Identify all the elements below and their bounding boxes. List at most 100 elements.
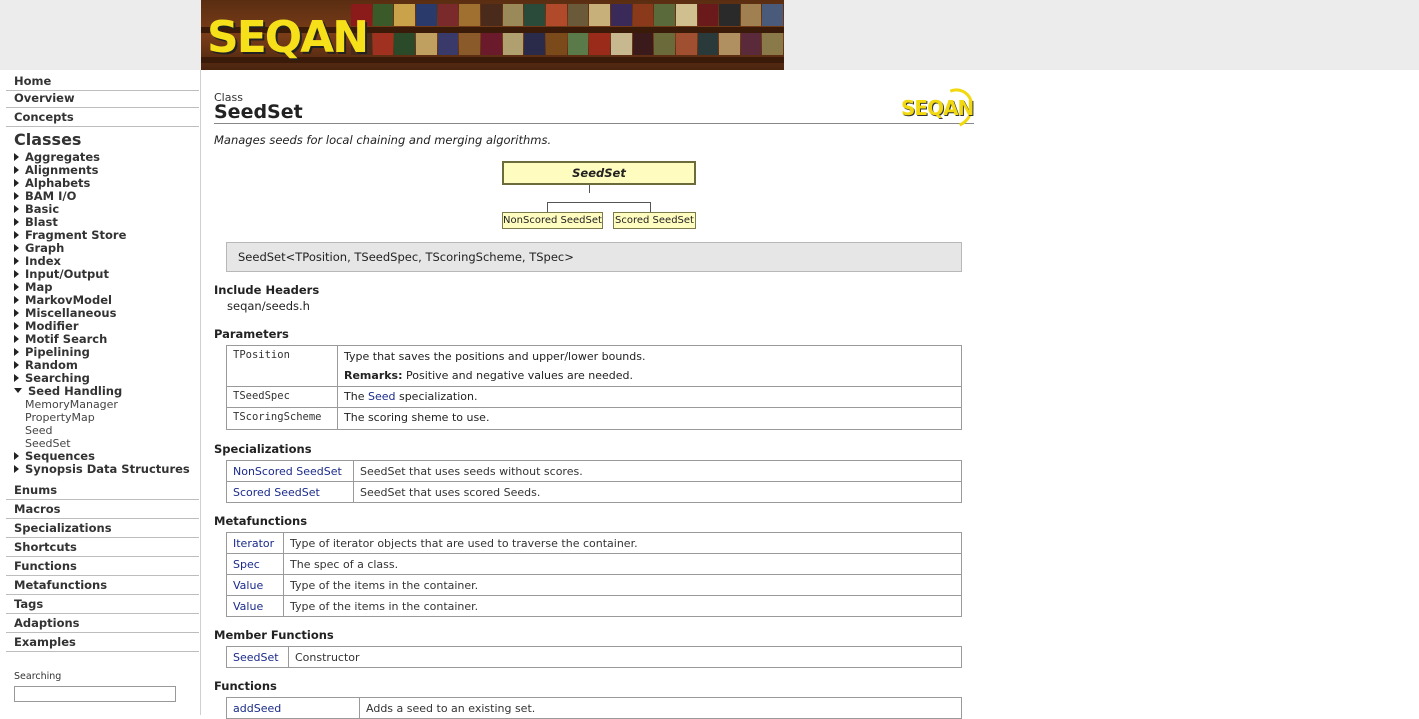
functions-heading: Functions bbox=[214, 679, 277, 693]
expand-triangle-icon[interactable] bbox=[14, 465, 19, 473]
title-divider bbox=[214, 123, 974, 124]
nav-sub-propertymap[interactable]: PropertyMap bbox=[25, 411, 95, 424]
nav-sub-seed[interactable]: Seed bbox=[25, 424, 53, 437]
search-input[interactable] bbox=[14, 686, 176, 702]
bookshelf-row bbox=[351, 4, 784, 26]
expand-triangle-icon[interactable] bbox=[14, 205, 19, 213]
expand-triangle-icon[interactable] bbox=[14, 335, 19, 343]
parameters-heading: Parameters bbox=[214, 327, 289, 341]
nav-tags[interactable]: Tags bbox=[6, 596, 199, 614]
table-row: TSeedSpec The Seed specialization. bbox=[226, 386, 962, 408]
param-name: TScoringScheme bbox=[226, 407, 338, 430]
seed-link[interactable]: Seed bbox=[368, 390, 396, 403]
nav-adaptions[interactable]: Adaptions bbox=[6, 615, 199, 633]
expand-triangle-icon[interactable] bbox=[14, 270, 19, 278]
metafunctions-table: Iterator Type of iterator objects that a… bbox=[226, 532, 962, 617]
bookshelf-row bbox=[351, 33, 784, 55]
metafunction-desc: Type of the items in the container. bbox=[283, 574, 962, 596]
nav-overview[interactable]: Overview bbox=[6, 90, 199, 108]
specializations-heading: Specializations bbox=[214, 442, 312, 456]
diagram-root-node[interactable]: SeedSet bbox=[502, 161, 696, 185]
member-functions-heading: Member Functions bbox=[214, 628, 334, 642]
nav-concepts[interactable]: Concepts bbox=[6, 109, 199, 127]
expand-triangle-icon[interactable] bbox=[14, 166, 19, 174]
member-functions-table: SeedSet Constructor bbox=[226, 646, 962, 668]
specialization-desc: SeedSet that uses seeds without scores. bbox=[353, 460, 962, 482]
diagram-child-node[interactable]: NonScored SeedSet bbox=[502, 212, 603, 229]
nav-functions[interactable]: Functions bbox=[6, 558, 199, 576]
table-row: SeedSet Constructor bbox=[226, 646, 962, 668]
diagram-connector bbox=[650, 202, 651, 212]
nav-class-seed-handling[interactable]: Seed Handling bbox=[14, 385, 122, 398]
expand-triangle-icon[interactable] bbox=[14, 257, 19, 265]
metafunction-link[interactable]: Value bbox=[226, 595, 284, 617]
header-banner: SEQAN bbox=[201, 0, 784, 70]
nav-class-synopsis[interactable]: Synopsis Data Structures bbox=[14, 463, 190, 476]
expand-triangle-icon[interactable] bbox=[14, 192, 19, 200]
member-function-desc: Constructor bbox=[288, 646, 962, 668]
expand-triangle-icon[interactable] bbox=[14, 361, 19, 369]
nav-enums[interactable]: Enums bbox=[6, 482, 199, 500]
table-row: Value Type of the items in the container… bbox=[226, 574, 962, 596]
param-name: TSeedSpec bbox=[226, 386, 338, 408]
class-description: Manages seeds for local chaining and mer… bbox=[214, 133, 552, 147]
specialization-link[interactable]: Scored SeedSet bbox=[226, 481, 354, 503]
collapse-triangle-icon[interactable] bbox=[14, 388, 22, 393]
table-row: NonScored SeedSet SeedSet that uses seed… bbox=[226, 460, 962, 482]
page-title: SeedSet bbox=[214, 101, 303, 123]
table-row: Scored SeedSet SeedSet that uses scored … bbox=[226, 481, 962, 503]
expand-triangle-icon[interactable] bbox=[14, 452, 19, 460]
expand-triangle-icon[interactable] bbox=[14, 309, 19, 317]
expand-triangle-icon[interactable] bbox=[14, 218, 19, 226]
nav-home[interactable]: Home bbox=[6, 73, 199, 91]
metafunction-link[interactable]: Iterator bbox=[226, 532, 284, 554]
function-link[interactable]: addSeed bbox=[226, 697, 360, 719]
metafunction-link[interactable]: Value bbox=[226, 574, 284, 596]
diagram-child-node[interactable]: Scored SeedSet bbox=[613, 212, 696, 229]
include-header-value: seqan/seeds.h bbox=[227, 299, 310, 313]
table-row: Spec The spec of a class. bbox=[226, 553, 962, 575]
classes-heading: Classes bbox=[14, 130, 82, 149]
class-signature: SeedSet<TPosition, TSeedSpec, TScoringSc… bbox=[226, 242, 962, 272]
nav-examples[interactable]: Examples bbox=[6, 634, 199, 652]
expand-triangle-icon[interactable] bbox=[14, 179, 19, 187]
expand-triangle-icon[interactable] bbox=[14, 283, 19, 291]
param-desc: The scoring sheme to use. bbox=[337, 407, 962, 430]
table-row: TPosition Type that saves the positions … bbox=[226, 345, 962, 387]
expand-triangle-icon[interactable] bbox=[14, 374, 19, 382]
specialization-link[interactable]: NonScored SeedSet bbox=[226, 460, 354, 482]
function-desc: Adds a seed to an existing set. bbox=[359, 697, 962, 719]
expand-triangle-icon[interactable] bbox=[14, 322, 19, 330]
param-desc: The Seed specialization. bbox=[337, 386, 962, 408]
metafunction-desc: Type of the items in the container. bbox=[283, 595, 962, 617]
member-function-link[interactable]: SeedSet bbox=[226, 646, 289, 668]
table-row: Iterator Type of iterator objects that a… bbox=[226, 532, 962, 554]
expand-triangle-icon[interactable] bbox=[14, 153, 19, 161]
nav-metafunctions[interactable]: Metafunctions bbox=[6, 577, 199, 595]
specialization-desc: SeedSet that uses scored Seeds. bbox=[353, 481, 962, 503]
seqan-small-logo: SEQAN bbox=[901, 82, 980, 134]
diagram-connector bbox=[547, 202, 651, 203]
specializations-table: NonScored SeedSet SeedSet that uses seed… bbox=[226, 460, 962, 503]
metafunctions-heading: Metafunctions bbox=[214, 514, 308, 528]
expand-triangle-icon[interactable] bbox=[14, 348, 19, 356]
nav-shortcuts[interactable]: Shortcuts bbox=[6, 539, 199, 557]
nav-specializations[interactable]: Specializations bbox=[6, 520, 199, 538]
table-row: Value Type of the items in the container… bbox=[226, 595, 962, 617]
nav-sub-memorymanager[interactable]: MemoryManager bbox=[25, 398, 118, 411]
expand-triangle-icon[interactable] bbox=[14, 231, 19, 239]
expand-triangle-icon[interactable] bbox=[14, 244, 19, 252]
include-headers-heading: Include Headers bbox=[214, 283, 320, 297]
param-name: TPosition bbox=[226, 345, 338, 387]
search-label: Searching bbox=[14, 671, 62, 682]
diagram-connector bbox=[589, 185, 590, 193]
table-row: addSeed Adds a seed to an existing set. bbox=[226, 697, 962, 719]
table-row: TScoringScheme The scoring sheme to use. bbox=[226, 407, 962, 430]
expand-triangle-icon[interactable] bbox=[14, 296, 19, 304]
main-content: Class SeedSet SEQAN Manages seeds for lo… bbox=[201, 70, 1419, 719]
parameters-table: TPosition Type that saves the positions … bbox=[226, 345, 962, 430]
seqan-logo[interactable]: SEQAN bbox=[207, 12, 369, 63]
nav-macros[interactable]: Macros bbox=[6, 501, 199, 519]
metafunction-desc: Type of iterator objects that are used t… bbox=[283, 532, 962, 554]
metafunction-link[interactable]: Spec bbox=[226, 553, 284, 575]
